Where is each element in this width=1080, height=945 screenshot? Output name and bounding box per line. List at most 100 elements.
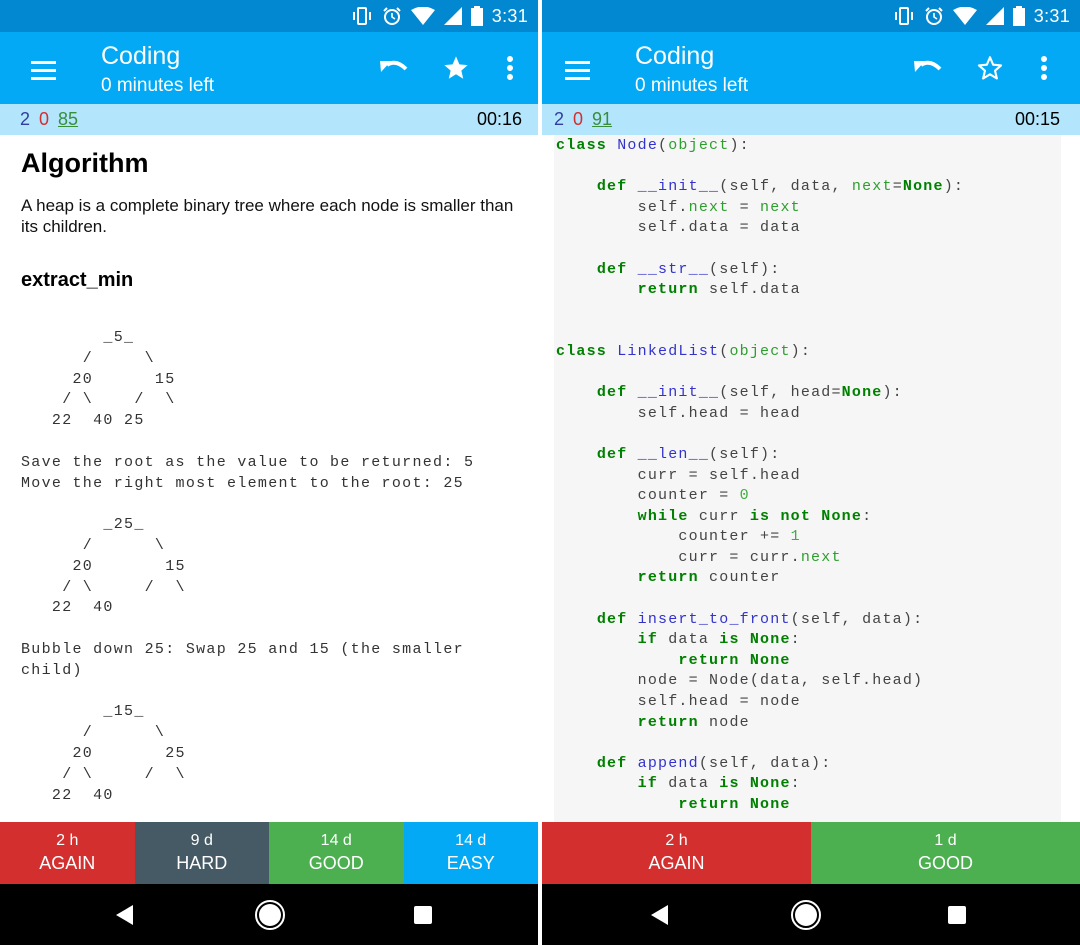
- clock: 3:31: [1033, 5, 1070, 26]
- review-count: 85: [58, 109, 79, 129]
- code-line: counter = 0: [556, 486, 1061, 507]
- recents-button[interactable]: [406, 898, 440, 932]
- mark-star-button[interactable]: [970, 50, 1010, 86]
- heap-tree-diagram: _15_ / \ 20 25 / \ / \ 22 40: [51, 703, 186, 804]
- code-text: (self, data,: [719, 178, 852, 196]
- undo-button[interactable]: [374, 50, 414, 86]
- code-name: append: [637, 754, 699, 772]
- code-text: ):: [790, 342, 812, 360]
- card-counts-bar: 2 0 91 00:15: [542, 104, 1080, 135]
- more-vert-icon: [1041, 56, 1047, 80]
- code-keyword: def: [596, 384, 628, 402]
- back-button[interactable]: [642, 898, 676, 932]
- recents-button[interactable]: [940, 898, 974, 932]
- code-name: LinkedList: [617, 342, 720, 360]
- code-text: =: [892, 178, 903, 196]
- code-line: self.head = node: [556, 692, 1061, 713]
- code-name: __init__: [637, 178, 720, 196]
- code-text: (self):: [709, 260, 781, 278]
- undo-icon: [914, 60, 942, 72]
- code-text: :: [790, 775, 801, 793]
- learning-count: 0: [573, 109, 584, 129]
- easy-button[interactable]: 14 d EASY: [403, 822, 538, 884]
- code-line: if data is None:: [556, 774, 1061, 795]
- again-button[interactable]: 2 h AGAIN: [0, 822, 135, 884]
- more-options-button[interactable]: [490, 50, 530, 86]
- undo-button[interactable]: [908, 50, 948, 86]
- menu-button[interactable]: [562, 56, 596, 84]
- code-keyword: None: [902, 178, 944, 196]
- code-keyword: if: [637, 631, 659, 649]
- signal-icon: [985, 7, 1004, 25]
- code-block: class Node(object): def __init__(self, d…: [554, 135, 1061, 822]
- code-builtin: next: [760, 198, 801, 216]
- system-nav-bar: [0, 884, 538, 945]
- code-line: def __init__(self, head=None):: [556, 383, 1061, 404]
- deck-title: Coding: [635, 42, 715, 70]
- home-button[interactable]: [789, 898, 823, 932]
- app-bar: Coding 0 minutes left: [0, 32, 538, 104]
- code-number: 1: [790, 528, 801, 546]
- code-keyword: def: [596, 754, 628, 772]
- menu-button[interactable]: [28, 56, 62, 84]
- mark-star-button[interactable]: [436, 50, 476, 86]
- code-line: if data is None:: [556, 630, 1061, 651]
- left-screen: 3:31 Coding 0 minutes left 2 0 85 00:16 …: [0, 0, 538, 945]
- good-interval: 14 d: [320, 832, 352, 849]
- code-text: self.: [556, 198, 689, 216]
- code-text: (self, data):: [790, 610, 924, 628]
- deck-title: Coding: [101, 42, 181, 70]
- again-button[interactable]: 2 h AGAIN: [542, 822, 811, 884]
- code-text: :: [862, 507, 873, 525]
- code-line: def __str__(self):: [556, 260, 1061, 281]
- code-text: data: [658, 631, 720, 649]
- code-keyword: return None: [678, 796, 791, 813]
- star-outline-icon: [977, 56, 1003, 80]
- vibrate-icon: [893, 7, 915, 25]
- time-remaining: 0 minutes left: [635, 75, 748, 96]
- home-button[interactable]: [253, 898, 287, 932]
- code-name: __str__: [637, 260, 710, 278]
- code-name: insert_to_front: [637, 610, 791, 628]
- recents-icon: [948, 906, 966, 924]
- code-text: data: [658, 775, 720, 793]
- code-text: =: [729, 198, 761, 216]
- code-text: counter +=: [556, 528, 791, 546]
- hard-button[interactable]: 9 d HARD: [134, 822, 269, 884]
- good-interval: 1 d: [934, 832, 957, 849]
- app-bar: Coding 0 minutes left: [542, 32, 1080, 104]
- code-text: node: [698, 713, 750, 731]
- hard-interval: 9 d: [190, 832, 213, 849]
- star-filled-icon: [444, 56, 468, 79]
- code-line: return None: [556, 795, 1061, 816]
- code-text: (self, head=: [719, 384, 842, 402]
- code-text: counter: [698, 569, 781, 587]
- code-line: def __len__(self):: [556, 445, 1061, 466]
- alarm-icon: [924, 6, 944, 26]
- battery-icon: [1012, 6, 1025, 26]
- back-button[interactable]: [107, 898, 141, 932]
- good-button[interactable]: 1 d GOOD: [811, 822, 1080, 884]
- more-options-button[interactable]: [1024, 50, 1064, 86]
- status-bar: 3:31: [542, 0, 1080, 32]
- code-keyword: def: [596, 445, 628, 463]
- code-keyword: while: [637, 507, 689, 525]
- easy-interval: 14 d: [455, 832, 487, 849]
- system-nav-bar: [542, 884, 1080, 945]
- good-button[interactable]: 14 d GOOD: [269, 822, 404, 884]
- again-interval: 2 h: [665, 832, 688, 849]
